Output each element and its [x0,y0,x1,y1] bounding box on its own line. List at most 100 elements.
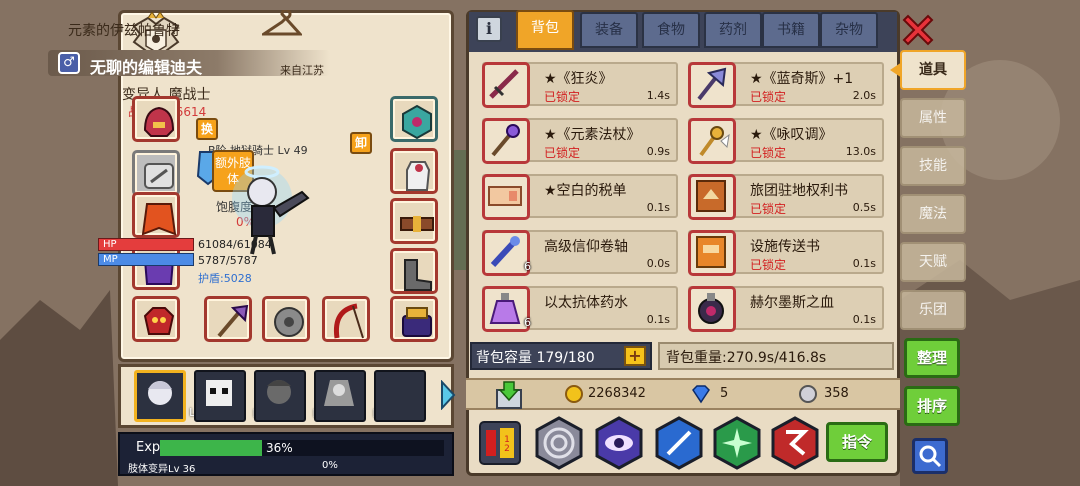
item-name: 旅团驻地权利书 [750,183,848,199]
glove-icon [406,161,431,191]
team-member[interactable]: Lv45 [194,370,279,422]
item-lock-status: 已锁定 [544,146,581,160]
swap-button[interactable]: 换 [196,118,218,140]
item-weight: 0.1s [646,201,670,214]
team-member-empty[interactable] [374,370,426,422]
expand-capacity-button[interactable]: + [624,346,646,366]
team-scroll-right-icon[interactable] [440,380,456,410]
equip-slot-weapon-3[interactable] [322,296,370,342]
sword-icon [482,62,530,108]
boots-icon [404,259,432,291]
body-mutation-percent: 0% [322,460,338,471]
side-tab-items[interactable]: 道具 [900,50,966,90]
shield-value: 护盾:5028 [198,272,252,285]
item-name: ★《狂炎》 [544,71,613,87]
search-button[interactable] [912,438,948,474]
item-name: 高级信仰卷轴 [544,239,628,255]
side-tab-magic[interactable]: 魔法 [900,194,966,234]
gold-amount: 2268342 [588,386,646,401]
inventory-item[interactable]: ★空白的税单 0.1s [482,174,678,220]
equip-slot-gauntlet[interactable] [132,296,180,342]
silver-amount: 358 [824,386,849,401]
team-member[interactable]: Lv54 [314,370,399,422]
equip-slot-head[interactable] [132,96,180,142]
character-name[interactable]: 无聊的编辑迪夫 [90,54,202,78]
inventory-item[interactable]: ★《蓝奇斯》+1 已锁定 2.0s [688,62,884,108]
inventory-item[interactable]: 6 高级信仰卷轴 0.0s [482,230,678,276]
member-portrait-icon [267,380,291,404]
inventory-item[interactable]: ★《元素法杖》 已锁定 0.9s [482,118,678,164]
sort-button[interactable]: 排序 [904,386,960,426]
mp-bar: MP [98,253,194,266]
backpack-capacity: 背包容量 179/180 [476,350,595,366]
side-tab-attributes[interactable]: 属性 [900,98,966,138]
helmet-icon [143,106,175,137]
demon-gauntlet-icon [143,307,175,335]
item-lock-status: 已锁定 [750,258,787,272]
close-icon[interactable] [898,10,938,50]
deed-icon [688,174,736,220]
scroll-icon [482,230,530,276]
team-member[interactable]: Lv103 [134,370,223,422]
equip-slot-weapon-2[interactable] [262,296,310,342]
item-weight: 13.0s [845,145,876,158]
cape-icon [141,203,177,236]
equip-slot-gloves[interactable] [390,148,438,194]
command-button[interactable]: 指令 [826,422,888,462]
side-tab-talent[interactable]: 天赋 [900,242,966,282]
item-weight: 0.9s [646,145,670,158]
organize-button[interactable]: 整理 [904,338,960,378]
inventory-item[interactable]: ★《咏叹调》 已锁定 13.0s [688,118,884,164]
ranking-icon[interactable]: 1 2 [478,420,522,466]
inventory-item[interactable]: 旅团驻地权利书 已锁定 0.5s [688,174,884,220]
side-tab-skills[interactable]: 技能 [900,146,966,186]
mp-bar-label: MP [103,254,118,265]
hp-bar-label: HP [103,239,117,250]
inventory-item[interactable]: 设施传送书 已锁定 0.1s [688,230,884,276]
item-weight: 0.1s [852,257,876,270]
crimson-scythe-icon [333,303,364,339]
item-lock-status: 已锁定 [750,90,787,104]
equip-slot-weapon-1[interactable] [204,296,252,342]
wardrobe-hanger-icon[interactable] [262,10,302,38]
ticket-icon [482,174,530,220]
item-lock-status: 已锁定 [544,90,581,104]
war-axe-icon [217,304,249,338]
equip-slot-boots[interactable] [390,248,438,294]
member-portrait-icon [206,380,232,406]
equip-slot-amulet[interactable] [390,96,438,142]
exp-label: Exp [136,440,161,455]
team-member[interactable]: Lv63 [254,370,339,422]
unequip-button[interactable]: 卸 [350,132,372,154]
equip-slot-cape[interactable] [132,192,180,238]
inventory-item[interactable]: ★《狂炎》 已锁定 1.4s [482,62,678,108]
blood-flask-icon [688,286,736,332]
side-tab-band[interactable]: 乐团 [900,290,966,330]
item-count: 6 [524,316,531,329]
burst-skill-icon[interactable] [710,416,764,470]
gold-coin-icon [565,385,583,403]
storage-download-icon[interactable] [494,380,524,410]
tab-books[interactable]: 书籍 [762,12,820,48]
rune-skill-icon[interactable] [768,416,822,470]
male-gender-icon: ♂ [58,52,80,74]
equip-slot-locked[interactable] [132,150,180,196]
saw-blade-icon [274,307,304,337]
item-name: 赫尔墨斯之血 [750,295,834,311]
backpack-weight: 背包重量:270.9s/416.8s [666,350,827,366]
tab-misc[interactable]: 杂物 [820,12,878,48]
inventory-item[interactable]: 6 以太抗体药水 0.1s [482,286,678,332]
tab-equipment[interactable]: 装备 [580,12,638,48]
item-name: 设施传送书 [750,239,820,255]
lance-skill-icon[interactable] [652,416,706,470]
equip-slot-accessory[interactable] [390,296,438,342]
eye-skill-icon[interactable] [592,416,646,470]
equip-slot-belt[interactable] [390,198,438,244]
info-icon[interactable]: i [476,16,502,42]
tab-potions[interactable]: 药剂 [704,12,762,48]
tab-food[interactable]: 食物 [642,12,700,48]
potion-icon [482,286,530,332]
tab-backpack[interactable]: 背包 [516,10,574,50]
inventory-item[interactable]: 赫尔墨斯之血 0.1s [688,286,884,332]
vortex-skill-icon[interactable] [532,416,586,470]
